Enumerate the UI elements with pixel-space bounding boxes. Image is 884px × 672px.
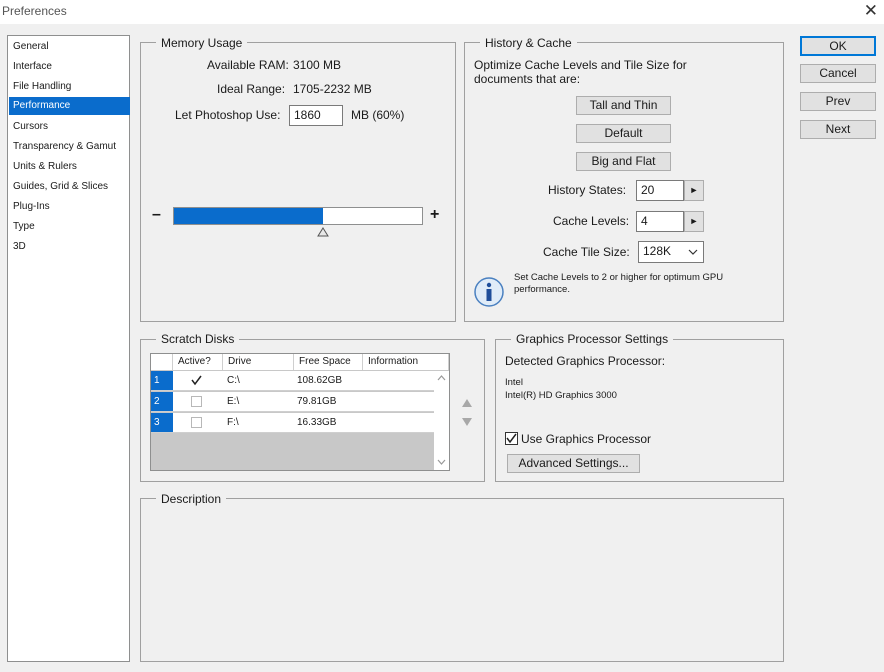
active-checkbox[interactable]	[191, 375, 202, 386]
cache-levels-stepper[interactable]: ►	[684, 211, 704, 232]
memory-amount-input[interactable]: 1860	[289, 105, 343, 126]
sidebar-item-type[interactable]: Type	[9, 218, 130, 236]
table-row[interactable]: 1 C:\ 108.62GB	[151, 371, 434, 391]
triangle-right-icon: ►	[689, 185, 699, 195]
description-group	[140, 498, 784, 662]
history-states-input[interactable]: 20	[636, 180, 684, 201]
available-ram-value: 3100 MB	[293, 58, 342, 72]
advanced-settings-button[interactable]: Advanced Settings...	[507, 454, 640, 473]
free-space-cell: 108.62GB	[297, 375, 343, 386]
column-header-active: Active?	[173, 354, 223, 370]
triangle-up-icon	[462, 399, 472, 407]
info-icon	[474, 277, 506, 312]
default-button[interactable]: Default	[576, 124, 671, 143]
memory-slider-fill	[174, 208, 323, 224]
sidebar-item-plug-ins[interactable]: Plug-Ins	[9, 198, 130, 216]
chevron-down-icon	[688, 249, 698, 255]
cache-description: Optimize Cache Levels and Tile Size for …	[474, 58, 687, 86]
table-row[interactable]: 3 F:\ 16.33GB	[151, 413, 434, 433]
close-icon[interactable]: ✕	[864, 2, 878, 20]
sidebar-item-guides-grid-slices[interactable]: Guides, Grid & Slices	[9, 178, 130, 196]
row-number: 2	[151, 392, 173, 411]
triangle-down-icon	[462, 418, 472, 426]
gpu-model: Intel(R) HD Graphics 3000	[505, 390, 617, 401]
chevron-up-icon[interactable]	[437, 375, 446, 381]
active-checkbox[interactable]	[191, 396, 202, 407]
sidebar-item-interface[interactable]: Interface	[9, 58, 130, 76]
column-header-information: Information	[363, 354, 449, 370]
table-scrollbar[interactable]	[434, 371, 449, 470]
history-cache-title: History & Cache	[480, 36, 577, 50]
detected-gpu-label: Detected Graphics Processor:	[505, 354, 666, 368]
big-and-flat-button[interactable]: Big and Flat	[576, 152, 671, 171]
history-states-stepper[interactable]: ►	[684, 180, 704, 201]
sidebar-item-transparency-gamut[interactable]: Transparency & Gamut	[9, 138, 130, 156]
chevron-down-icon[interactable]	[437, 459, 446, 465]
preferences-sidebar: General Interface File Handling Performa…	[7, 35, 130, 662]
active-checkbox[interactable]	[191, 417, 202, 428]
let-photoshop-use-label: Let Photoshop Use:	[175, 108, 281, 122]
cache-tile-size-value: 128K	[643, 244, 672, 258]
cache-levels-input[interactable]: 4	[636, 211, 684, 232]
checkmark-icon	[506, 433, 517, 444]
drive-cell: C:\	[227, 375, 240, 386]
cancel-button[interactable]: Cancel	[800, 64, 876, 83]
memory-unit-label: MB (60%)	[351, 108, 405, 122]
triangle-right-icon: ►	[689, 216, 699, 226]
history-states-label: History States:	[548, 183, 627, 197]
slider-decrease-button[interactable]: –	[152, 206, 161, 224]
ideal-range-value: 1705-2232 MB	[293, 82, 372, 96]
sidebar-item-performance[interactable]: Performance	[9, 97, 130, 115]
sidebar-item-cursors[interactable]: Cursors	[9, 118, 130, 136]
slider-thumb-icon[interactable]	[317, 227, 329, 237]
column-header-free-space: Free Space	[294, 354, 363, 370]
use-gpu-label[interactable]: Use Graphics Processor	[521, 432, 651, 446]
drive-cell: E:\	[227, 396, 240, 407]
tall-and-thin-button[interactable]: Tall and Thin	[576, 96, 671, 115]
column-header-drive: Drive	[223, 354, 294, 370]
header-row-number	[151, 354, 173, 370]
row-number: 1	[151, 371, 173, 390]
sidebar-item-general[interactable]: General	[9, 38, 130, 56]
sidebar-item-file-handling[interactable]: File Handling	[9, 78, 130, 96]
move-up-button[interactable]	[461, 397, 473, 411]
graphics-processor-title: Graphics Processor Settings	[511, 332, 674, 346]
sidebar-item-3d[interactable]: 3D	[9, 238, 130, 256]
use-gpu-checkbox[interactable]	[505, 432, 518, 445]
free-space-cell: 79.81GB	[297, 396, 337, 407]
free-space-cell: 16.33GB	[297, 417, 337, 428]
memory-usage-title: Memory Usage	[156, 36, 248, 50]
checkmark-icon	[191, 375, 202, 386]
row-number: 3	[151, 413, 173, 432]
table-row[interactable]: 2 E:\ 79.81GB	[151, 392, 434, 412]
slider-thumb[interactable]	[317, 226, 329, 240]
gpu-cache-tip: Set Cache Levels to 2 or higher for opti…	[514, 272, 724, 295]
prev-button[interactable]: Prev	[800, 92, 876, 111]
gpu-vendor: Intel	[505, 377, 523, 388]
drive-cell: F:\	[227, 417, 239, 428]
sidebar-item-units-rulers[interactable]: Units & Rulers	[9, 158, 130, 176]
ok-button[interactable]: OK	[800, 36, 876, 56]
move-down-button[interactable]	[461, 416, 473, 430]
slider-increase-button[interactable]: +	[430, 206, 439, 224]
ideal-range-label: Ideal Range:	[217, 82, 286, 96]
cache-tile-size-select[interactable]: 128K	[638, 241, 704, 263]
available-ram-label: Available RAM:	[207, 58, 289, 72]
next-button[interactable]: Next	[800, 120, 876, 139]
description-title: Description	[156, 492, 227, 506]
window-title: Preferences	[2, 4, 67, 18]
scratch-disks-title: Scratch Disks	[156, 332, 240, 346]
title-bar: Preferences ✕	[0, 0, 884, 24]
cache-levels-label: Cache Levels:	[553, 214, 630, 228]
cache-tile-size-label: Cache Tile Size:	[543, 245, 630, 259]
